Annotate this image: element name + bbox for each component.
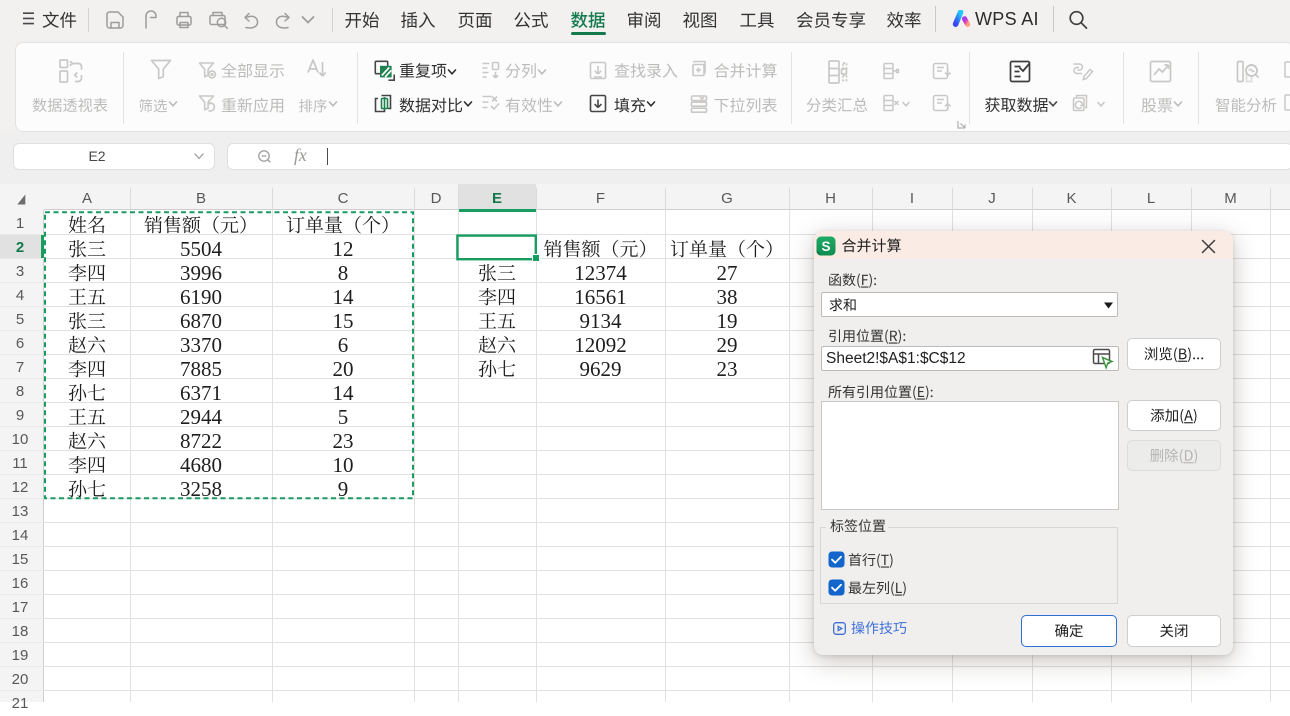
svg-text:S: S	[821, 239, 830, 254]
